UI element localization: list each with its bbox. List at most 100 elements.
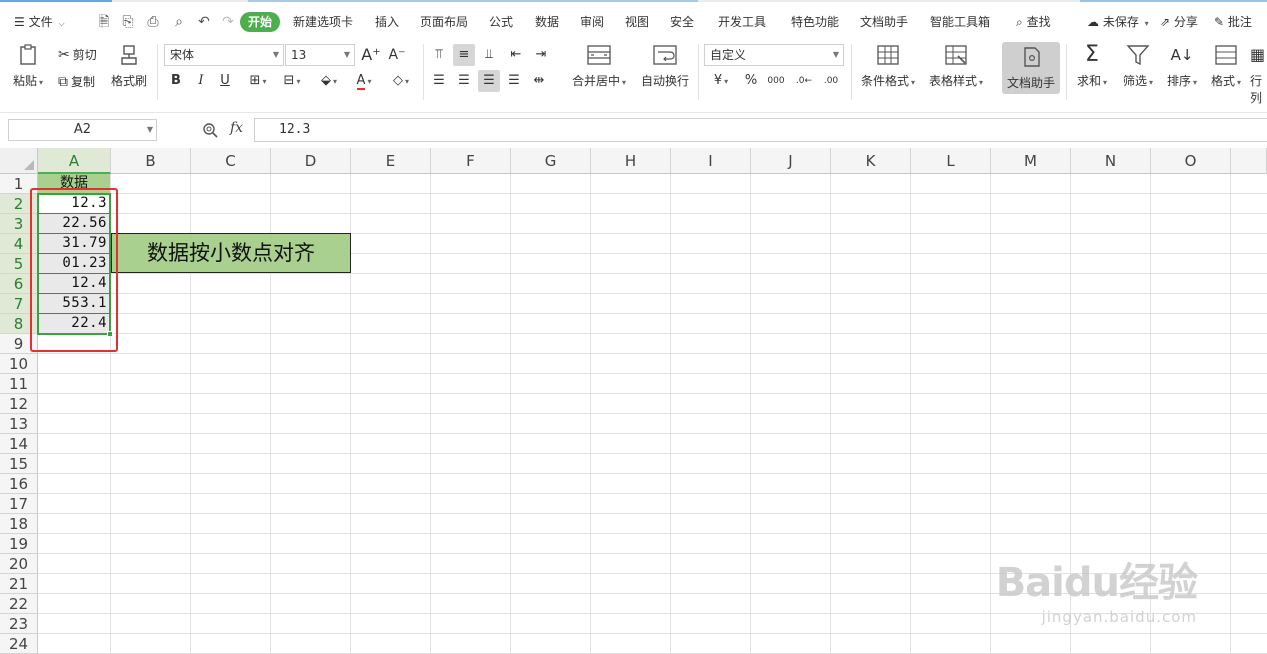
print-preview-icon[interactable]: ⌕ xyxy=(171,14,187,30)
tab-security[interactable]: 安全 xyxy=(670,4,694,40)
fill-color-button[interactable]: ⬙ ▾ xyxy=(313,70,345,92)
column-header-j[interactable]: J xyxy=(751,148,831,174)
column-header-k[interactable]: K xyxy=(831,148,911,174)
row-header-12[interactable]: 12 xyxy=(0,394,38,414)
tab-page-layout[interactable]: 页面布局 xyxy=(420,4,468,40)
redo-icon[interactable]: ↷ xyxy=(220,14,236,30)
bold-button[interactable]: B xyxy=(165,70,187,92)
row-header-17[interactable]: 17 xyxy=(0,494,38,514)
tab-review[interactable]: 审阅 xyxy=(580,4,604,40)
row-header-20[interactable]: 20 xyxy=(0,554,38,574)
column-header-i[interactable]: I xyxy=(671,148,751,174)
conditional-format-button[interactable]: 条件格式 ▾ xyxy=(857,44,919,89)
print-icon[interactable]: ⎙ xyxy=(145,14,161,30)
row-header-19[interactable]: 19 xyxy=(0,534,38,554)
tab-developer[interactable]: 开发工具 xyxy=(718,4,766,40)
tab-new-tab[interactable]: 新建选项卡 xyxy=(293,4,353,40)
column-header-c[interactable]: C xyxy=(191,148,271,174)
share-button[interactable]: ⇗ 分享 xyxy=(1160,4,1198,40)
cut-button[interactable]: ✂ 剪切 xyxy=(58,46,97,63)
merge-center-button[interactable]: 合并居中 ▾ xyxy=(568,44,630,89)
row-header-18[interactable]: 18 xyxy=(0,514,38,534)
doc-assistant-button[interactable]: 文档助手 xyxy=(1002,42,1060,94)
column-header-h[interactable]: H xyxy=(591,148,671,174)
column-header-a[interactable]: A xyxy=(38,148,111,174)
increase-font-size-icon[interactable]: A⁺ xyxy=(360,44,382,66)
align-right-icon[interactable]: ☰ xyxy=(478,70,500,92)
tab-insert[interactable]: 插入 xyxy=(375,4,399,40)
distributed-align-icon[interactable]: ⇹ xyxy=(528,70,550,92)
cell-style-button[interactable]: ⊟ ▾ xyxy=(277,70,307,92)
column-header-f[interactable]: F xyxy=(431,148,511,174)
number-format-select[interactable]: 自定义 ▼ xyxy=(704,44,844,66)
name-box[interactable]: A2 ▼ xyxy=(8,119,157,141)
format-button[interactable]: 格式 ▾ xyxy=(1207,44,1245,89)
tab-smart-toolbox[interactable]: 智能工具箱 xyxy=(930,4,990,40)
align-top-icon[interactable]: ⫪ xyxy=(428,44,450,66)
column-header-l[interactable]: L xyxy=(911,148,991,174)
row-header-10[interactable]: 10 xyxy=(0,354,38,374)
decrease-font-size-icon[interactable]: A⁻ xyxy=(386,44,408,66)
border-button[interactable]: ⊞ ▾ xyxy=(243,70,273,92)
undo-icon[interactable]: ↶ xyxy=(196,14,212,30)
copy-button[interactable]: ⧉ 复制 xyxy=(58,73,95,90)
column-header-o[interactable]: O xyxy=(1151,148,1231,174)
format-painter-button[interactable]: 格式刷 xyxy=(108,44,150,89)
column-header-overflow[interactable] xyxy=(1231,148,1267,174)
wrap-text-button[interactable]: 自动换行 xyxy=(638,44,692,89)
column-header-d[interactable]: D xyxy=(271,148,351,174)
zoom-icon[interactable] xyxy=(202,122,218,138)
row-header-14[interactable]: 14 xyxy=(0,434,38,454)
sort-button[interactable]: A↓ 排序 ▾ xyxy=(1163,44,1201,89)
align-center-icon[interactable]: ☰ xyxy=(453,70,475,92)
row-header-15[interactable]: 15 xyxy=(0,454,38,474)
row-header-24[interactable]: 24 xyxy=(0,634,38,654)
thousands-separator-icon[interactable]: 000 xyxy=(765,70,787,92)
search-button[interactable]: ⌕ 查找 xyxy=(1016,4,1051,40)
rowcol-button[interactable]: ▦ 行列 xyxy=(1250,44,1267,106)
column-header-m[interactable]: M xyxy=(991,148,1071,174)
justify-icon[interactable]: ☰ xyxy=(503,70,525,92)
decrease-indent-icon[interactable]: ⇤ xyxy=(505,44,527,66)
export-icon[interactable]: ⎘ xyxy=(120,14,136,30)
align-bottom-icon[interactable]: ⫫ xyxy=(478,44,500,66)
font-color-button[interactable]: A ▾ xyxy=(349,70,379,92)
column-header-g[interactable]: G xyxy=(511,148,591,174)
tab-home[interactable]: 开始 xyxy=(240,12,281,32)
italic-button[interactable]: I xyxy=(190,70,212,92)
increase-decimal-icon[interactable]: .0← xyxy=(793,70,815,92)
currency-button[interactable]: ¥ ▾ xyxy=(706,70,736,92)
table-style-button[interactable]: 表格样式 ▾ xyxy=(924,44,988,89)
underline-button[interactable]: U xyxy=(214,70,236,92)
column-header-n[interactable]: N xyxy=(1071,148,1151,174)
clear-format-button[interactable]: ◇ ▾ xyxy=(385,70,417,92)
align-middle-icon[interactable]: ≡ xyxy=(453,44,475,66)
column-header-e[interactable]: E xyxy=(351,148,431,174)
row-header-13[interactable]: 13 xyxy=(0,414,38,434)
row-header-23[interactable]: 23 xyxy=(0,614,38,634)
tab-doc-assistant[interactable]: 文档助手 xyxy=(860,4,908,40)
font-name-select[interactable]: 宋体 ▼ xyxy=(164,44,284,66)
paste-button[interactable]: 粘贴 ▾ xyxy=(10,44,46,89)
tab-data[interactable]: 数据 xyxy=(535,4,559,40)
comment-button[interactable]: ✎ 批注 xyxy=(1214,4,1252,40)
percent-icon[interactable]: % xyxy=(740,70,762,92)
file-menu[interactable]: ☰ 文件 ⌵ xyxy=(14,4,65,40)
select-all-corner[interactable] xyxy=(0,148,38,174)
row-header-11[interactable]: 11 xyxy=(0,374,38,394)
row-header-16[interactable]: 16 xyxy=(0,474,38,494)
fx-button[interactable]: fx xyxy=(230,120,243,136)
column-header-b[interactable]: B xyxy=(111,148,191,174)
decrease-decimal-icon[interactable]: .00 xyxy=(820,70,842,92)
align-left-icon[interactable]: ☰ xyxy=(428,70,450,92)
tab-formulas[interactable]: 公式 xyxy=(489,4,513,40)
tab-special-features[interactable]: 特色功能 xyxy=(791,4,839,40)
increase-indent-icon[interactable]: ⇥ xyxy=(530,44,552,66)
save-icon[interactable]: 🗎 xyxy=(96,14,112,30)
cloud-save-status[interactable]: ☁ 未保存 ▾ xyxy=(1087,4,1149,40)
tab-view[interactable]: 视图 xyxy=(625,4,649,40)
row-header-21[interactable]: 21 xyxy=(0,574,38,594)
sum-button[interactable]: Σ 求和 ▾ xyxy=(1074,44,1110,89)
formula-input[interactable]: 12.3 xyxy=(254,118,1267,142)
alignment-note-box[interactable]: 数据按小数点对齐 xyxy=(111,233,351,273)
